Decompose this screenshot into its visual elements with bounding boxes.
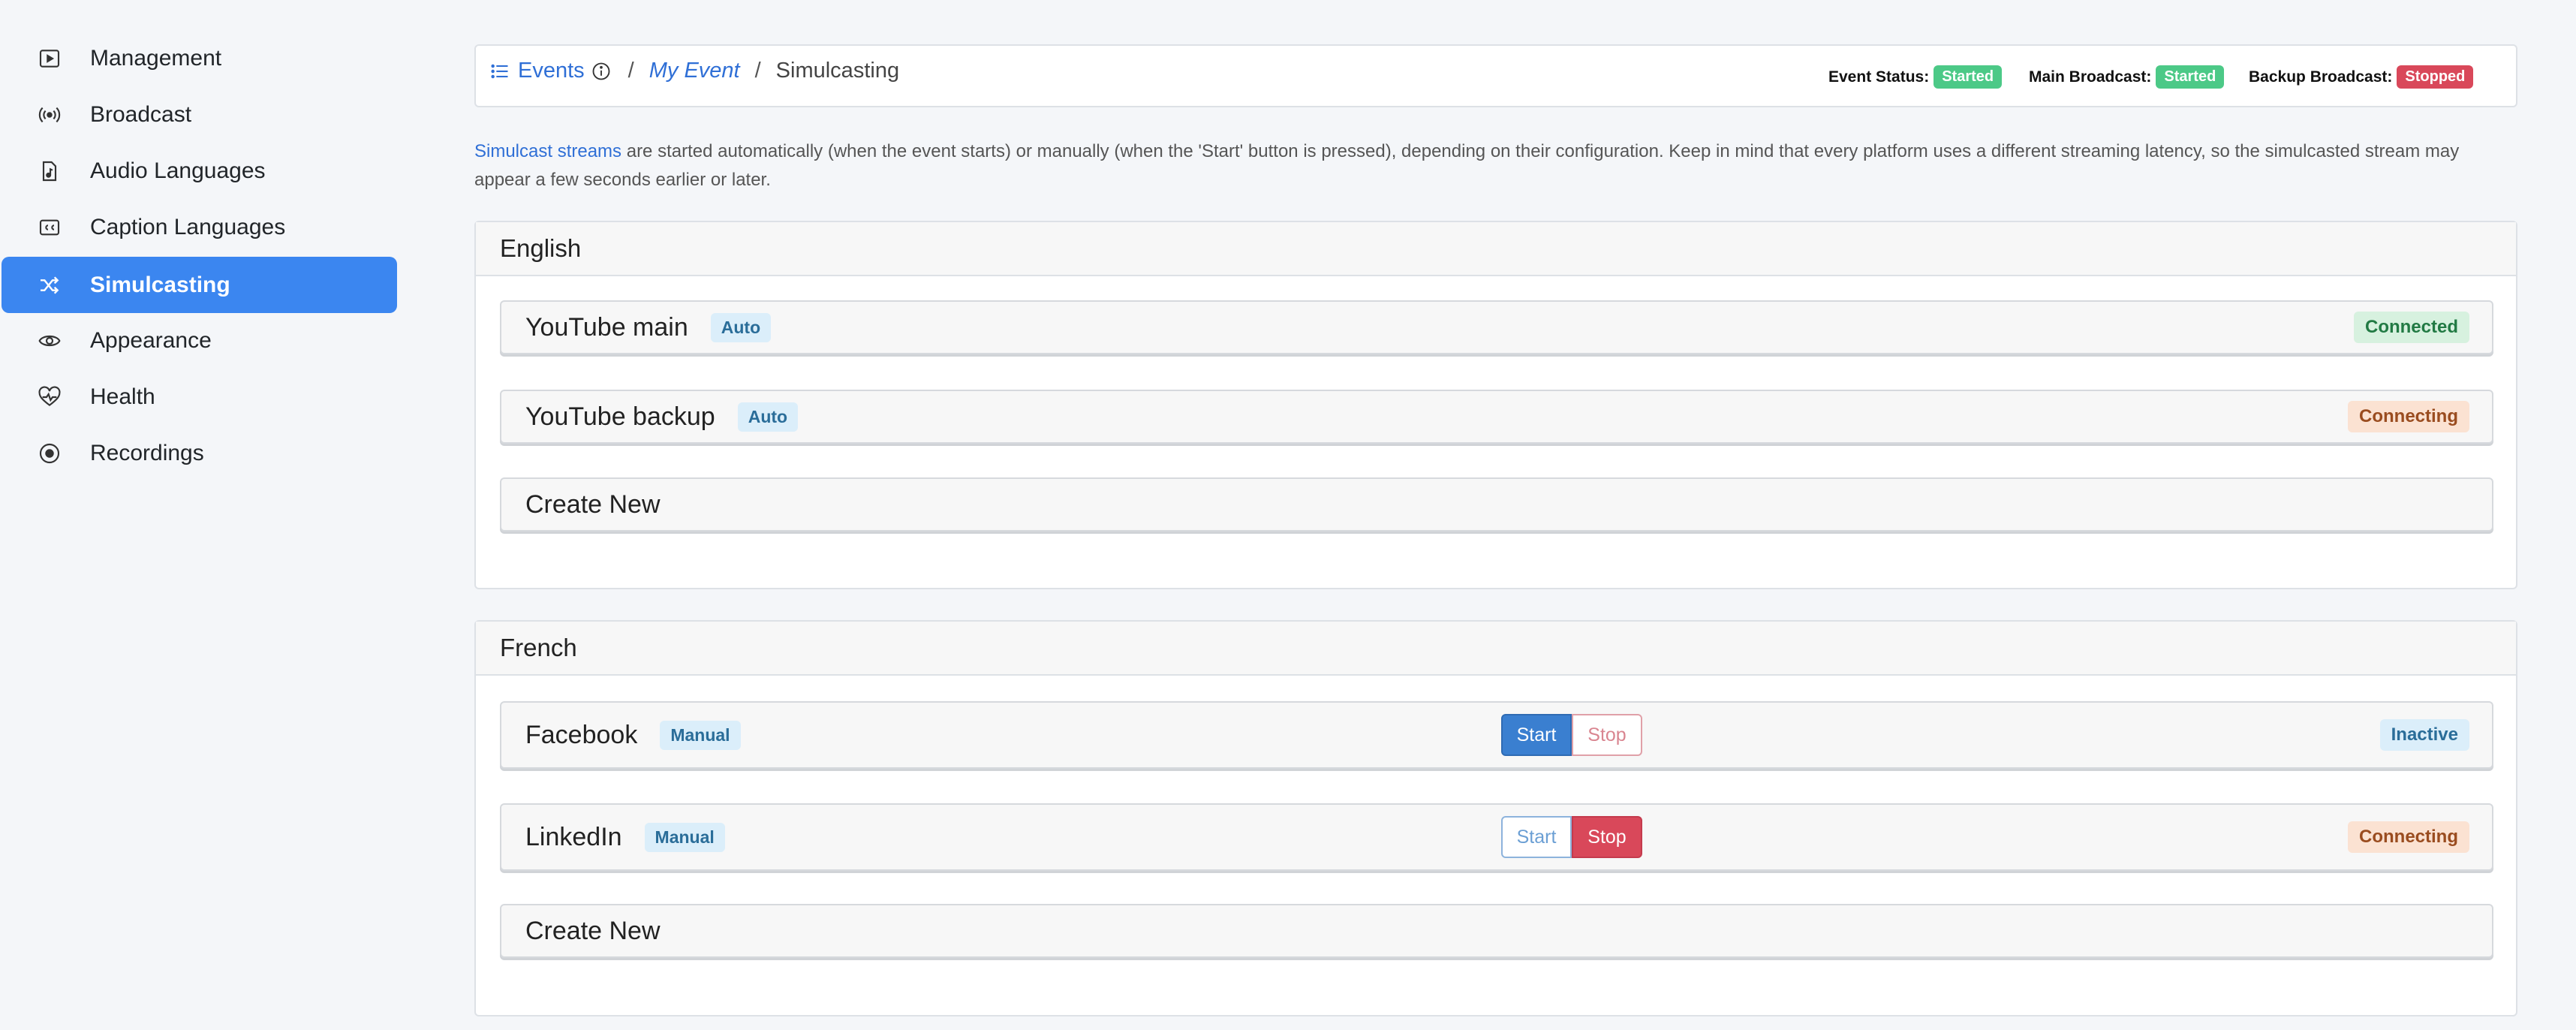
info-icon[interactable] [591,60,613,83]
create-new-stream[interactable]: Create New [500,477,2493,532]
play-square-icon [36,45,63,72]
panel-title: French [476,622,2516,676]
breadcrumb-current: Simulcasting [775,59,900,83]
status-badge: Connecting [2348,821,2469,853]
language-panel-french: French Facebook Manual Start Stop Inacti… [474,620,2517,1016]
create-new-stream[interactable]: Create New [500,904,2493,958]
stream-name: YouTube main [525,312,688,342]
create-new-label: Create New [525,489,661,519]
stop-button[interactable]: Stop [1572,714,1642,756]
sidebar-item-recordings[interactable]: Recordings [2,425,397,481]
sidebar-item-label: Health [90,384,155,409]
stream-row[interactable]: Facebook Manual Start Stop Inactive [500,701,2493,769]
intro-body: are started automatically (when the even… [474,141,2460,190]
main-broadcast-label: Main Broadcast: [2029,68,2152,86]
create-new-label: Create New [525,916,661,945]
stream-row[interactable]: YouTube backup Auto Connecting [500,390,2493,444]
mode-badge: Auto [737,402,799,432]
status-badge: Connected [2353,312,2469,343]
event-status-label: Event Status: [1828,68,1930,86]
breadcrumb-separator: / [754,59,761,83]
stream-name: YouTube backup [525,402,715,431]
sidebar-item-label: Appearance [90,327,212,353]
mode-badge: Manual [660,720,741,750]
stream-row[interactable]: LinkedIn Manual Start Stop Connecting [500,803,2493,871]
start-stop-group: Start Stop [1501,714,1642,756]
sidebar-item-label: Audio Languages [90,158,266,183]
breadcrumb-event-link[interactable]: My Event [649,59,740,83]
heart-pulse-icon [36,384,63,411]
panel-title: English [476,222,2516,276]
language-panel-english: English YouTube main Auto Connected YouT… [474,221,2517,589]
breadcrumb-separator: / [627,59,634,83]
backup-broadcast-label: Backup Broadcast: [2249,68,2393,86]
stream-name: Facebook [525,720,638,749]
sidebar-item-audio-languages[interactable]: Audio Languages [2,143,397,199]
event-status-badge: Started [1934,65,2003,89]
sidebar-item-caption-languages[interactable]: Caption Languages [2,199,397,255]
sidebar-item-label: Management [90,45,222,71]
broadcast-icon [36,101,63,128]
event-status: Event Status: Started [1828,65,2003,89]
intro-text: Simulcast streams are started automatica… [474,137,2517,194]
record-circle-icon [36,440,63,467]
status-badge: Inactive [2379,719,2469,751]
simulcast-streams-link[interactable]: Simulcast streams [474,141,621,161]
sidebar-item-broadcast[interactable]: Broadcast [2,86,397,143]
shuffle-icon [36,272,63,299]
sidebar-item-health[interactable]: Health [2,369,397,425]
main-broadcast-badge: Started [2156,65,2225,89]
sidebar-item-management[interactable]: Management [2,30,397,86]
sidebar-item-label: Broadcast [90,101,192,127]
sidebar-item-label: Recordings [90,440,204,465]
breadcrumb-events-link[interactable]: Events [518,59,585,83]
mode-badge: Auto [710,312,772,342]
start-button[interactable]: Start [1501,816,1572,858]
start-stop-group: Start Stop [1501,816,1642,858]
eye-icon [36,327,63,354]
stop-button[interactable]: Stop [1572,816,1642,858]
start-button[interactable]: Start [1501,714,1572,756]
sidebar-item-simulcasting[interactable]: Simulcasting [2,257,397,313]
breadcrumb: Events / My Event / Simulcasting [489,59,899,83]
mode-badge: Manual [644,822,725,852]
header-bar: Events / My Event / Simulcasting Event S… [474,44,2517,107]
sidebar-item-label: Simulcasting [90,272,230,297]
list-icon [489,60,512,83]
backup-broadcast-status: Backup Broadcast: Stopped [2249,65,2474,89]
closed-caption-icon [36,214,63,241]
main-broadcast-status: Main Broadcast: Started [2029,65,2225,89]
audio-file-icon [36,158,63,185]
sidebar-item-label: Caption Languages [90,214,286,239]
stream-row[interactable]: YouTube main Auto Connected [500,300,2493,354]
sidebar: Management Broadcast Audio Languages Cap… [0,0,405,1030]
backup-broadcast-badge: Stopped [2397,65,2474,89]
status-badge: Connecting [2348,401,2469,432]
sidebar-item-appearance[interactable]: Appearance [2,312,397,369]
stream-name: LinkedIn [525,822,622,851]
